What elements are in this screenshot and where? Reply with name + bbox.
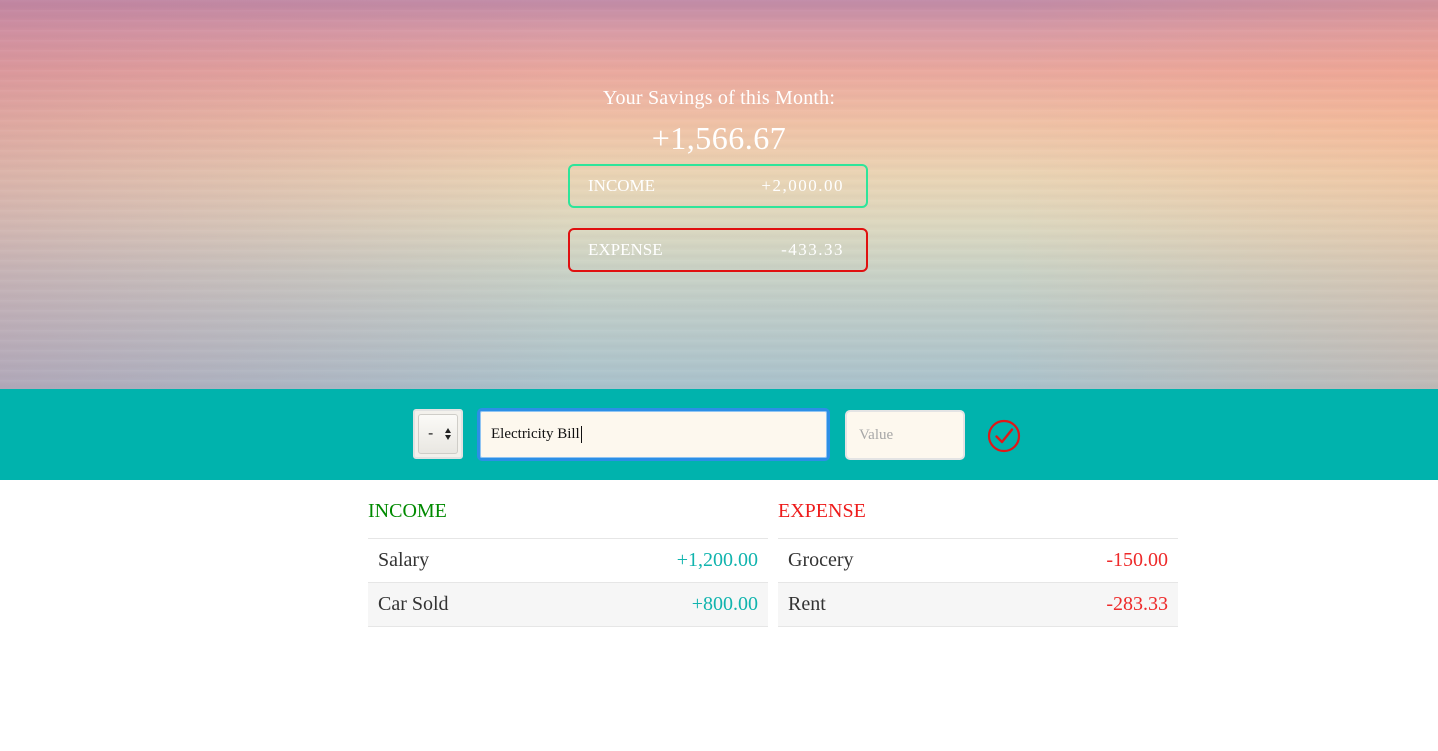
savings-summary: Your Savings of this Month: +1,566.67 (0, 84, 1438, 156)
item-description: Grocery (788, 549, 854, 571)
item-amount: -283.33 (1106, 593, 1168, 615)
list-item[interactable]: Rent -283.33 (778, 583, 1178, 627)
item-description: Car Sold (378, 593, 449, 615)
item-description: Salary (378, 549, 430, 571)
income-summary-label: INCOME (588, 176, 656, 195)
description-input[interactable]: Electricity Bill (477, 408, 830, 461)
income-list-title: INCOME (368, 498, 768, 539)
income-summary-value: +2,000.00 (761, 176, 844, 195)
list-item[interactable]: Salary +1,200.00 (368, 539, 768, 583)
value-input[interactable]: Value (845, 410, 965, 460)
expense-summary-value: -433.33 (781, 240, 844, 259)
income-list: INCOME Salary +1,200.00 Car Sold +800.00 (368, 498, 768, 627)
value-input-placeholder: Value (859, 426, 894, 443)
item-description: Rent (788, 593, 826, 615)
item-amount: -150.00 (1106, 549, 1168, 571)
savings-label: Your Savings of this Month: (602, 87, 836, 109)
item-amount: +800.00 (691, 593, 758, 615)
list-item[interactable]: Car Sold +800.00 (368, 583, 768, 627)
text-caret (580, 426, 582, 443)
item-amount: +1,200.00 (676, 549, 758, 571)
income-summary-box: INCOME +2,000.00 (568, 164, 868, 208)
type-select-value: - (428, 425, 434, 442)
savings-value: +1,566.67 (651, 120, 787, 156)
budget-header: Your Savings of this Month: +1,566.67 IN… (0, 0, 1438, 389)
expense-list-title: EXPENSE (778, 498, 1178, 539)
description-input-value: Electricity Bill (491, 426, 580, 442)
type-select-control[interactable]: - (418, 414, 458, 454)
check-circle-icon (987, 419, 1021, 453)
add-item-bar: - Electricity Bill Value (0, 389, 1438, 480)
add-item-button[interactable] (986, 419, 1022, 453)
select-arrows-icon (445, 428, 451, 440)
type-select[interactable]: - (413, 409, 463, 459)
expense-summary-box: EXPENSE -433.33 (568, 228, 868, 272)
expense-summary-label: EXPENSE (588, 240, 663, 259)
expense-list: EXPENSE Grocery -150.00 Rent -283.33 (778, 498, 1178, 627)
list-item[interactable]: Grocery -150.00 (778, 539, 1178, 583)
